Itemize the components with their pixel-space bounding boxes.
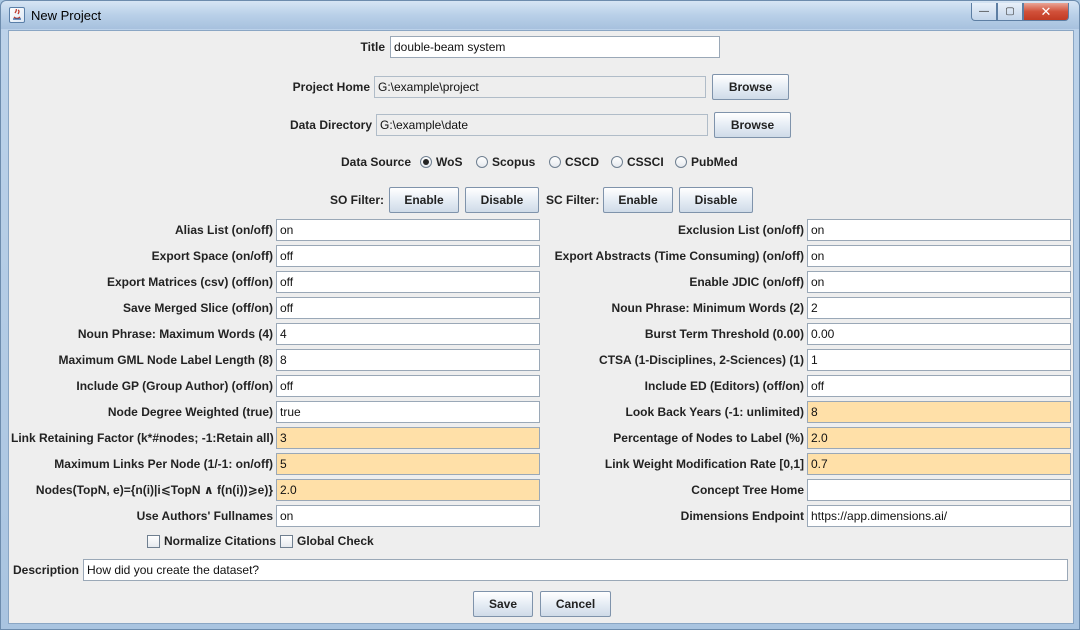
right-param-input-1[interactable]: on <box>807 245 1071 267</box>
left-param-label-4: Noun Phrase: Maximum Words (4) <box>77 327 273 341</box>
sc-filter-enable-button[interactable]: Enable <box>603 187 673 213</box>
so-filter-disable-button[interactable]: Disable <box>465 187 539 213</box>
left-param-input-2[interactable]: off <box>276 271 540 293</box>
dialog-content: Title double-beam system Project Home G:… <box>8 30 1074 624</box>
right-param-label-9: Link Weight Modification Rate [0,1] <box>604 457 804 471</box>
data-directory-browse-button[interactable]: Browse <box>714 112 791 138</box>
right-param-input-2[interactable]: on <box>807 271 1071 293</box>
right-param-label-2: Enable JDIC (on/off) <box>689 275 804 289</box>
right-param-input-6[interactable]: off <box>807 375 1071 397</box>
radio-wos[interactable] <box>420 156 432 168</box>
left-param-label-3: Save Merged Slice (off/on) <box>122 301 273 315</box>
left-param-input-8[interactable]: 3 <box>276 427 540 449</box>
close-button[interactable]: ✕ <box>1023 3 1069 21</box>
global-check-checkbox[interactable] <box>280 535 293 548</box>
radio-label-pubmed: PubMed <box>691 155 738 169</box>
so-filter-label: SO Filter: <box>330 193 385 207</box>
right-param-label-0: Exclusion List (on/off) <box>678 223 804 237</box>
new-project-window: New Project — ▢ ✕ Title double-beam syst… <box>0 0 1080 630</box>
left-param-input-1[interactable]: off <box>276 245 540 267</box>
right-param-label-11: Dimensions Endpoint <box>680 509 804 523</box>
right-param-input-4[interactable]: 0.00 <box>807 323 1071 345</box>
cancel-button[interactable]: Cancel <box>540 591 611 617</box>
minimize-button[interactable]: — <box>971 3 997 21</box>
right-param-input-8[interactable]: 2.0 <box>807 427 1071 449</box>
title-label: Title <box>360 40 385 54</box>
java-app-icon <box>9 7 25 23</box>
global-check-label: Global Check <box>297 534 374 548</box>
project-home-label: Project Home <box>292 80 370 94</box>
radio-pubmed[interactable] <box>675 156 687 168</box>
description-label: Description <box>13 563 80 577</box>
left-param-input-11[interactable]: on <box>276 505 540 527</box>
minimize-icon: — <box>979 6 989 17</box>
project-home-browse-button[interactable]: Browse <box>712 74 789 100</box>
right-param-label-10: Concept Tree Home <box>691 483 804 497</box>
left-param-input-7[interactable]: true <box>276 401 540 423</box>
right-param-label-7: Look Back Years (-1: unlimited) <box>625 405 805 419</box>
title-input[interactable]: double-beam system <box>390 36 720 58</box>
left-param-label-11: Use Authors' Fullnames <box>136 509 273 523</box>
sc-filter-disable-button[interactable]: Disable <box>679 187 753 213</box>
left-param-input-10[interactable]: 2.0 <box>276 479 540 501</box>
data-directory-label: Data Directory <box>289 118 372 132</box>
radio-label-cssci: CSSCI <box>627 155 664 169</box>
radio-cssci[interactable] <box>611 156 623 168</box>
right-param-input-0[interactable]: on <box>807 219 1071 241</box>
left-param-label-10: Nodes(TopN, e)={n(i)|i⩽TopN ∧ f(n(i))⩾e)… <box>35 483 273 497</box>
right-param-input-3[interactable]: 2 <box>807 297 1071 319</box>
maximize-icon: ▢ <box>1005 6 1015 17</box>
right-param-label-3: Noun Phrase: Minimum Words (2) <box>611 301 804 315</box>
left-param-input-0[interactable]: on <box>276 219 540 241</box>
radio-label-scopus: Scopus <box>492 155 536 169</box>
normalize-citations-label: Normalize Citations <box>164 534 277 548</box>
right-param-input-9[interactable]: 0.7 <box>807 453 1071 475</box>
radio-scopus[interactable] <box>476 156 488 168</box>
data-source-label: Data Source <box>341 155 412 169</box>
right-param-label-6: Include ED (Editors) (off/on) <box>644 379 804 393</box>
right-param-label-8: Percentage of Nodes to Label (%) <box>613 431 804 445</box>
window-title: New Project <box>31 8 102 23</box>
left-param-label-7: Node Degree Weighted (true) <box>107 405 273 419</box>
radio-label-wos: WoS <box>436 155 463 169</box>
data-directory-field[interactable]: G:\example\date <box>376 114 708 136</box>
right-param-input-7[interactable]: 8 <box>807 401 1071 423</box>
left-param-label-6: Include GP (Group Author) (off/on) <box>76 379 273 393</box>
left-param-label-8: Link Retaining Factor (k*#nodes; -1:Reta… <box>11 431 274 445</box>
left-param-label-1: Export Space (on/off) <box>151 249 273 263</box>
left-param-input-3[interactable]: off <box>276 297 540 319</box>
title-bar[interactable]: New Project — ▢ ✕ <box>1 1 1079 29</box>
left-param-input-6[interactable]: off <box>276 375 540 397</box>
sc-filter-label: SC Filter: <box>546 193 600 207</box>
left-param-label-2: Export Matrices (csv) (off/on) <box>106 275 273 289</box>
normalize-citations-checkbox[interactable] <box>147 535 160 548</box>
description-input[interactable]: How did you create the dataset? <box>83 559 1068 581</box>
right-param-label-5: CTSA (1-Disciplines, 2-Sciences) (1) <box>599 353 804 367</box>
left-param-label-5: Maximum GML Node Label Length (8) <box>58 353 273 367</box>
left-param-label-0: Alias List (on/off) <box>175 223 273 237</box>
left-param-label-9: Maximum Links Per Node (1/-1: on/off) <box>54 457 273 471</box>
right-param-input-10[interactable] <box>807 479 1071 501</box>
radio-label-cscd: CSCD <box>565 155 600 169</box>
close-icon: ✕ <box>1040 3 1052 19</box>
right-param-input-11[interactable]: https://app.dimensions.ai/ <box>807 505 1071 527</box>
radio-cscd[interactable] <box>549 156 561 168</box>
right-param-label-4: Burst Term Threshold (0.00) <box>644 327 804 341</box>
left-param-input-5[interactable]: 8 <box>276 349 540 371</box>
maximize-button[interactable]: ▢ <box>997 3 1023 21</box>
left-param-input-9[interactable]: 5 <box>276 453 540 475</box>
so-filter-enable-button[interactable]: Enable <box>389 187 459 213</box>
left-param-input-4[interactable]: 4 <box>276 323 540 345</box>
right-param-label-1: Export Abstracts (Time Consuming) (on/of… <box>554 249 804 263</box>
save-button[interactable]: Save <box>473 591 533 617</box>
project-home-field[interactable]: G:\example\project <box>374 76 706 98</box>
right-param-input-5[interactable]: 1 <box>807 349 1071 371</box>
